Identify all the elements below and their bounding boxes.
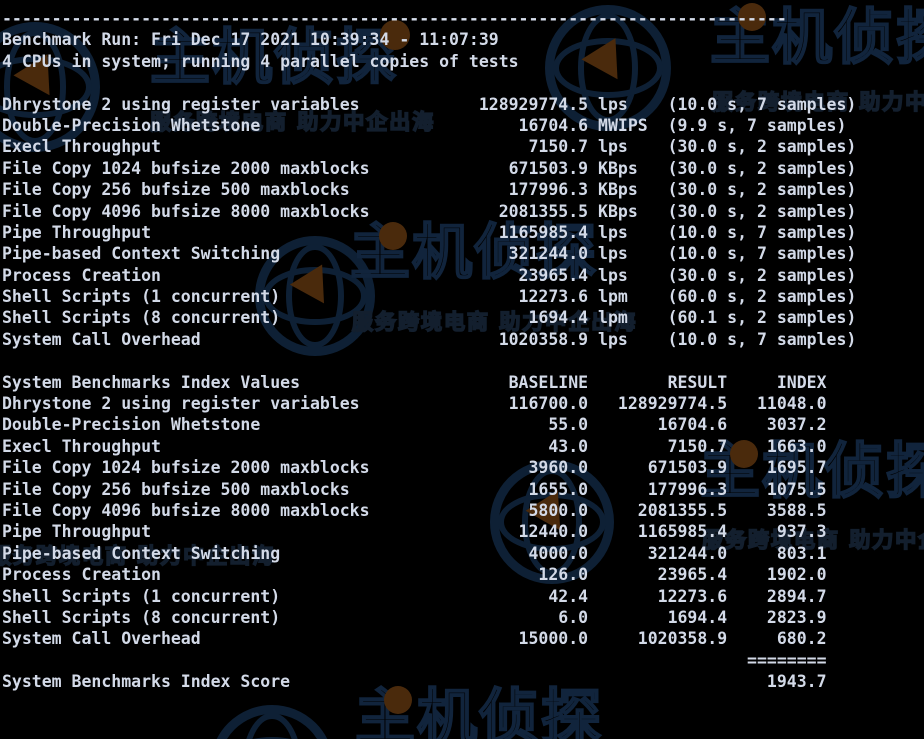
index-row: Double-Precision Whetstone 55.0 16704.6 … <box>2 415 827 435</box>
index-row: File Copy 256 bufsize 500 maxblocks 1655… <box>2 479 827 499</box>
benchmark-run-line: Benchmark Run: Fri Dec 17 2021 10:39:34 … <box>2 30 499 50</box>
index-row: File Copy 4096 bufsize 8000 maxblocks 58… <box>2 500 827 520</box>
index-header-line: System Benchmarks Index Values BASELINE … <box>2 372 827 392</box>
result-row: Double-Precision Whetstone 16704.6 MWIPS… <box>2 115 847 135</box>
results-block: Dhrystone 2 using register variables 128… <box>2 94 924 351</box>
terminal-output: ----------------------------------------… <box>0 0 924 739</box>
index-block: Dhrystone 2 using register variables 116… <box>2 393 924 650</box>
index-row: Dhrystone 2 using register variables 116… <box>2 394 827 414</box>
result-row: Process Creation 23965.4 lps (30.0 s, 2 … <box>2 265 857 285</box>
index-row: Process Creation 126.0 23965.4 1902.0 <box>2 565 827 585</box>
result-row: Dhrystone 2 using register variables 128… <box>2 94 857 114</box>
index-row: System Call Overhead 15000.0 1020358.9 6… <box>2 629 827 649</box>
index-row: File Copy 1024 bufsize 2000 maxblocks 39… <box>2 458 827 478</box>
result-row: File Copy 4096 bufsize 8000 maxblocks 20… <box>2 201 857 221</box>
result-row: Execl Throughput 7150.7 lps (30.0 s, 2 s… <box>2 137 857 157</box>
result-row: Shell Scripts (8 concurrent) 1694.4 lpm … <box>2 308 857 328</box>
index-row: Execl Throughput 43.0 7150.7 1663.0 <box>2 436 827 456</box>
cpu-info-line: 4 CPUs in system; running 4 parallel cop… <box>2 51 519 71</box>
result-row: Pipe-based Context Switching 321244.0 lp… <box>2 244 857 264</box>
index-row: Shell Scripts (8 concurrent) 6.0 1694.4 … <box>2 607 827 627</box>
result-row: Shell Scripts (1 concurrent) 12273.6 lpm… <box>2 287 857 307</box>
index-row: Pipe-based Context Switching 4000.0 3212… <box>2 543 827 563</box>
result-row: System Call Overhead 1020358.9 lps (10.0… <box>2 329 857 349</box>
separator-line-top: ----------------------------------------… <box>2 9 787 28</box>
result-row: Pipe Throughput 1165985.4 lps (10.0 s, 7… <box>2 222 857 242</box>
result-row: File Copy 1024 bufsize 2000 maxblocks 67… <box>2 158 857 178</box>
terminal-window: 主机侦探 服务跨境电商 助力中企出海 主机侦探 服务跨境电商 助力中企出海 主机… <box>0 0 924 739</box>
index-score-line: System Benchmarks Index Score 1943.7 <box>2 672 827 692</box>
index-row: Shell Scripts (1 concurrent) 42.4 12273.… <box>2 586 827 606</box>
score-separator-line: ======== <box>2 650 827 670</box>
index-row: Pipe Throughput 12440.0 1165985.4 937.3 <box>2 522 827 542</box>
result-row: File Copy 256 bufsize 500 maxblocks 1779… <box>2 180 857 200</box>
